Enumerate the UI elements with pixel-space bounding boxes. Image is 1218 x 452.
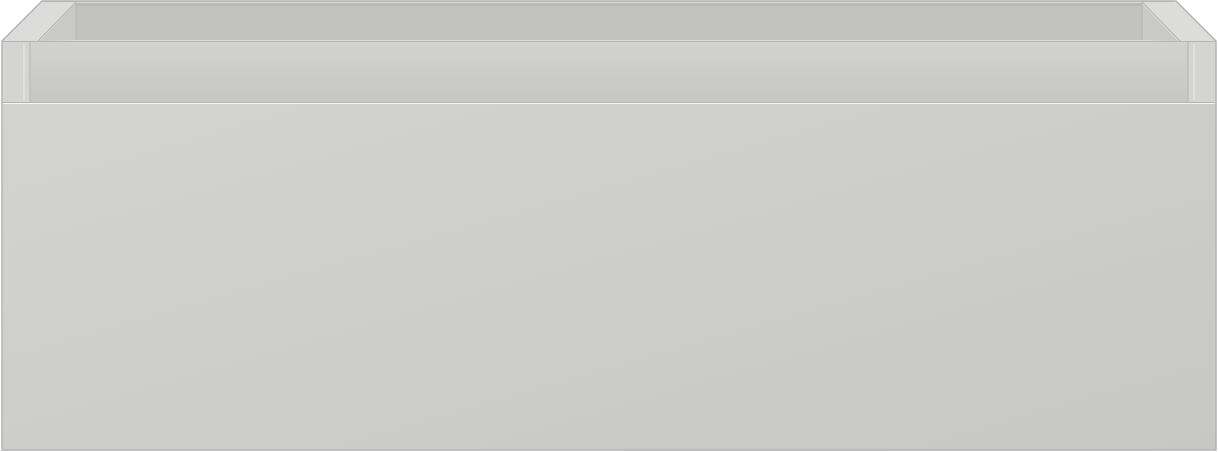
box-back-wall-shadow (76, 3, 1142, 6)
box-back-wall (76, 3, 1142, 40)
left-side-post (2, 42, 30, 102)
right-side-post (1188, 42, 1216, 102)
box-front-panel (2, 104, 1216, 450)
drawer-box-drawing (0, 0, 1218, 452)
drawer-box-illustration (0, 0, 1218, 452)
box-top-rail (30, 41, 1188, 102)
